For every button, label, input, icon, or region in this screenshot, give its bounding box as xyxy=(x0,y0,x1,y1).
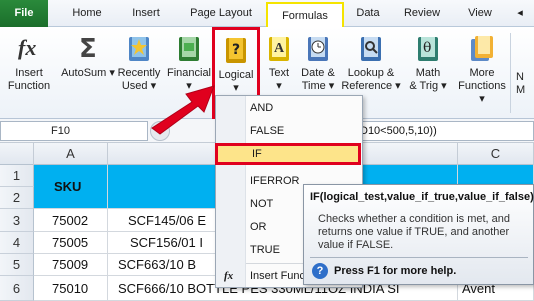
ribbon-tab-bar: File Home Insert Page Layout Formulas Da… xyxy=(0,0,534,28)
row-header-6[interactable]: 6 xyxy=(0,276,34,301)
text-arrow: ▾ xyxy=(276,80,282,92)
tab-insert[interactable]: Insert xyxy=(118,0,174,27)
math-trig-label-2: & Trig ▾ xyxy=(409,80,447,92)
name-box[interactable]: F10 xyxy=(0,121,148,141)
menu-item-if[interactable]: IF xyxy=(215,143,361,165)
more-functions-label: More xyxy=(469,67,495,79)
recently-used-label: Recently xyxy=(117,67,161,79)
logical-label: Logical xyxy=(218,69,254,81)
tab-file[interactable]: File xyxy=(0,0,48,27)
date-time-label: Date & xyxy=(301,67,335,79)
cell-a5[interactable]: 75009 xyxy=(34,254,108,276)
insert-function-menu-label: Insert Func xyxy=(250,270,306,282)
lookup-label-2: Reference ▾ xyxy=(341,80,401,92)
row-header-2[interactable]: 2 xyxy=(0,187,34,209)
logical-arrow: ▾ xyxy=(233,82,239,94)
function-tooltip: IF(logical_test,value_if_true,value_if_f… xyxy=(303,184,534,285)
lookup-label: Lookup & xyxy=(347,67,395,79)
insert-function-label: Insert xyxy=(15,67,43,79)
tab-review[interactable]: Review xyxy=(395,0,449,27)
insert-function-label-2: Function xyxy=(7,80,51,92)
financial-label: Financial xyxy=(166,67,212,79)
magnifier-book-icon xyxy=(361,37,381,61)
tab-view[interactable]: View xyxy=(460,0,500,27)
question-book-icon: ? xyxy=(226,38,246,63)
svg-text:θ: θ xyxy=(423,40,431,56)
name-manager-button[interactable]: N M xyxy=(516,31,534,117)
insert-function-button[interactable]: fx Insert Function xyxy=(0,31,58,117)
svg-text:fx: fx xyxy=(18,35,36,60)
clock-book-icon xyxy=(308,37,328,61)
math-trig-label: Math xyxy=(415,67,441,79)
menu-item-and[interactable]: AND xyxy=(216,97,362,119)
money-book-icon xyxy=(179,37,199,61)
header-cell-sku[interactable]: SKU xyxy=(34,165,108,209)
autosum-button[interactable]: Σ AutoSum ▾ xyxy=(60,31,116,117)
callout-arrow-icon xyxy=(151,85,215,135)
cell-a4[interactable]: 75005 xyxy=(34,232,108,254)
math-trig-button[interactable]: θ Math & Trig ▾ xyxy=(402,31,454,117)
column-header-a[interactable]: A xyxy=(34,143,108,165)
menu-item-false[interactable]: FALSE xyxy=(216,120,362,142)
formula-input[interactable]: D10<500,5,10)) xyxy=(356,121,534,141)
select-all-corner[interactable] xyxy=(0,143,34,165)
stacked-books-icon xyxy=(471,36,493,61)
svg-text:?: ? xyxy=(232,42,240,58)
row-header-3[interactable]: 3 xyxy=(0,209,34,232)
cell-a6[interactable]: 75010 xyxy=(34,276,108,301)
tooltip-signature: IF(logical_test,value_if_true,value_if_f… xyxy=(310,191,534,203)
svg-text:A: A xyxy=(274,41,285,56)
column-header-c[interactable]: C xyxy=(458,143,534,165)
tab-data[interactable]: Data xyxy=(348,0,388,27)
autosum-label: AutoSum ▾ xyxy=(61,67,115,79)
tooltip-help-text: Press F1 for more help. xyxy=(334,265,457,277)
star-book-icon xyxy=(129,37,149,61)
text-book-icon: A xyxy=(269,37,289,61)
sigma-icon: Σ xyxy=(79,34,97,63)
name-manager-label: N xyxy=(516,71,524,83)
tooltip-description: Checks whether a condition is met, and r… xyxy=(318,213,510,251)
fx-small-icon: fx xyxy=(224,270,234,282)
more-functions-button[interactable]: More Functions ▾ xyxy=(454,31,510,117)
fx-icon: fx xyxy=(18,35,36,60)
name-manager-label-2: M xyxy=(516,84,526,96)
svg-text:Σ: Σ xyxy=(79,34,97,63)
more-functions-label-2: Functions ▾ xyxy=(458,80,506,105)
row-header-5[interactable]: 5 xyxy=(0,254,34,276)
tab-overflow[interactable]: ◂ xyxy=(506,0,534,27)
help-icon: ? xyxy=(312,263,328,279)
date-time-label-2: Time ▾ xyxy=(301,80,335,92)
tab-formulas[interactable]: Formulas xyxy=(266,2,344,28)
row-header-4[interactable]: 4 xyxy=(0,232,34,254)
cell-a3[interactable]: 75002 xyxy=(34,209,108,232)
text-label: Text xyxy=(268,67,290,79)
row-header-1[interactable]: 1 xyxy=(0,165,34,187)
tab-page-layout[interactable]: Page Layout xyxy=(181,0,261,27)
tab-home[interactable]: Home xyxy=(59,0,115,27)
ribbon-separator xyxy=(510,33,511,113)
tooltip-divider xyxy=(310,257,528,258)
theta-book-icon: θ xyxy=(418,37,438,61)
